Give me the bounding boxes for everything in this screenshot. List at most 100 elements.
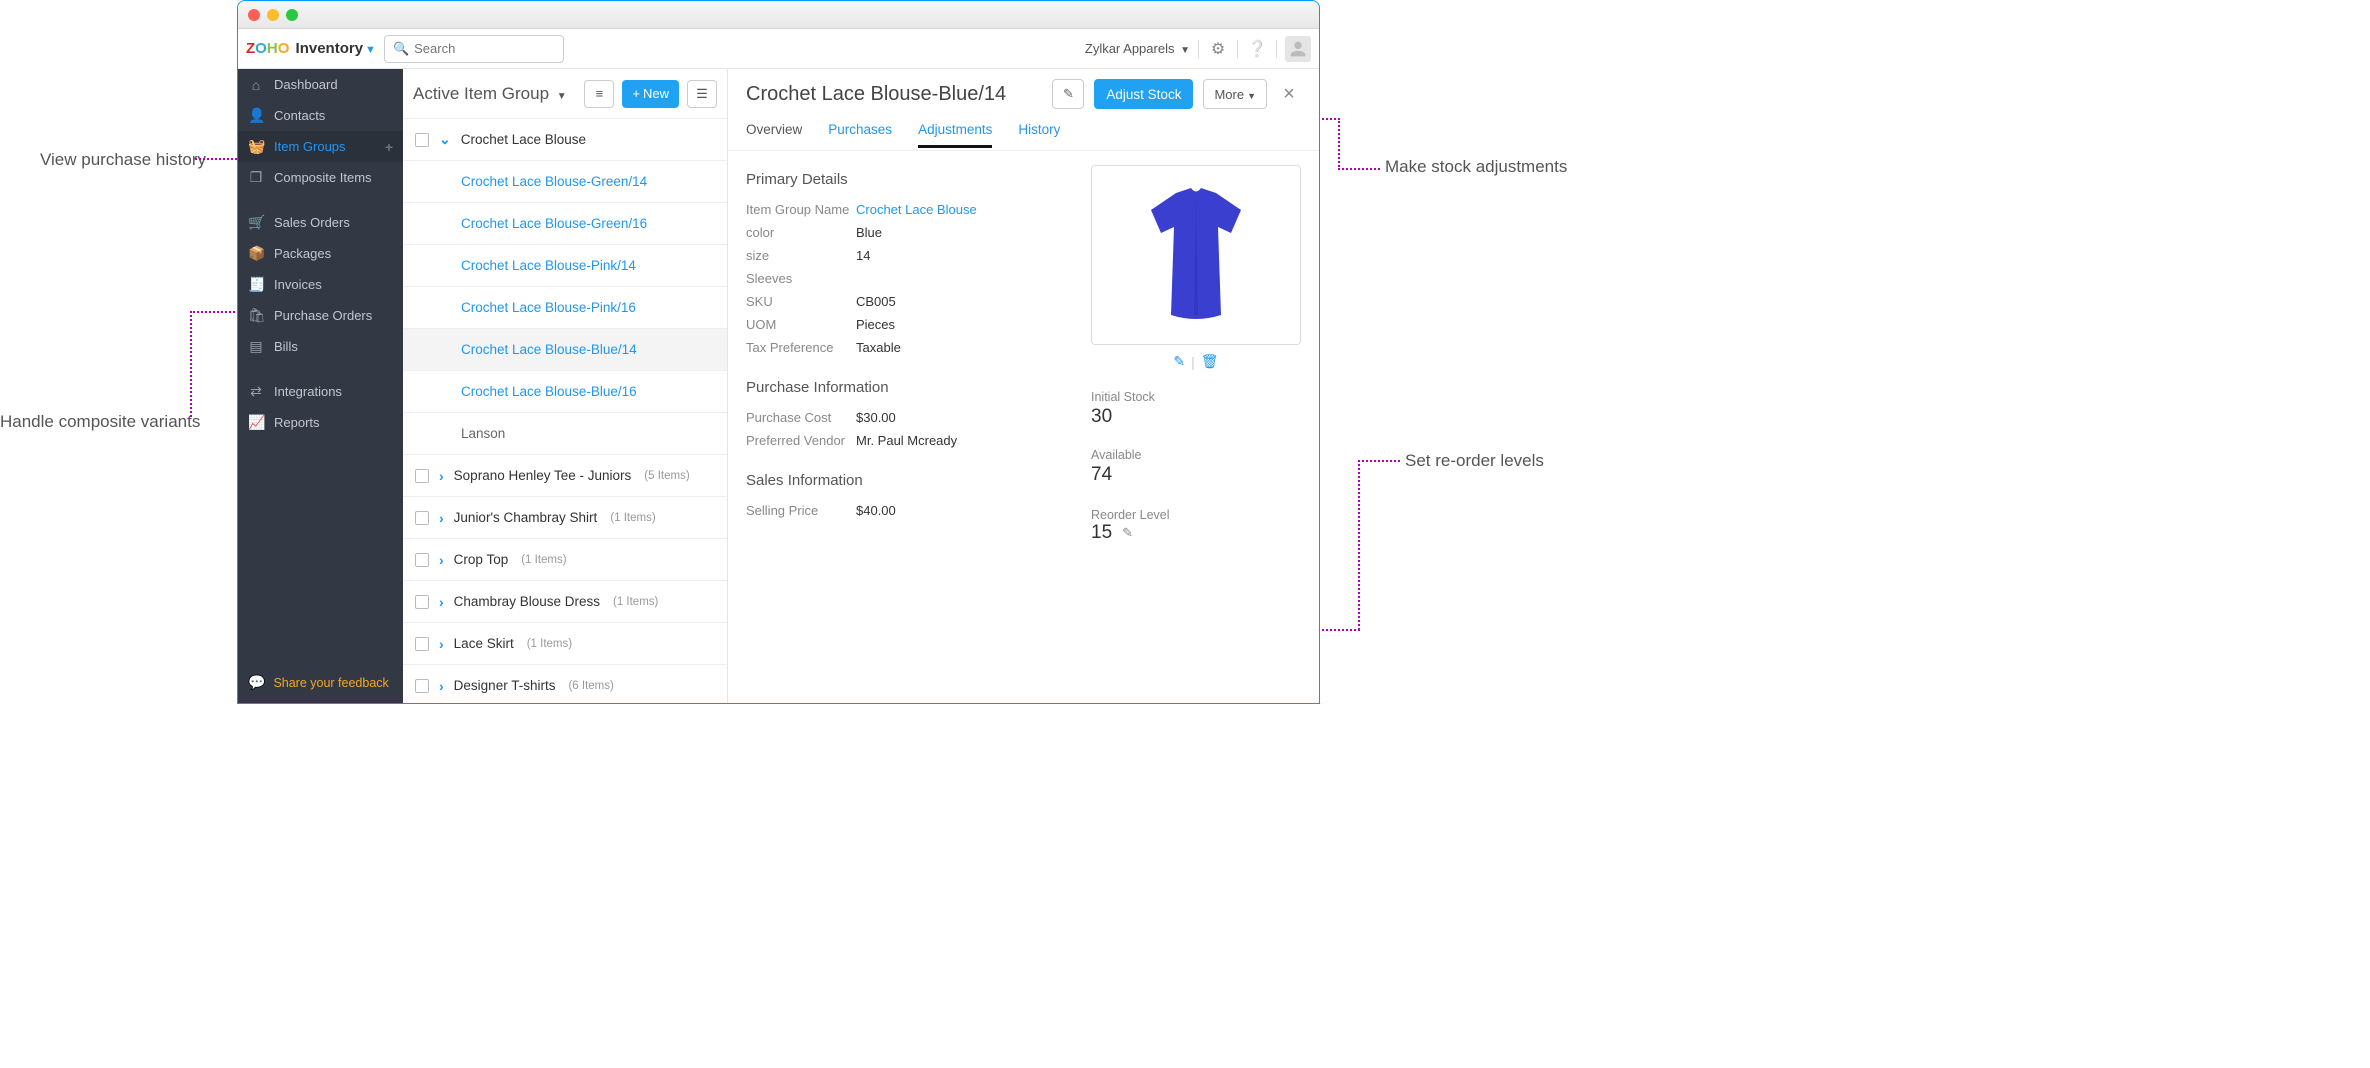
chevron-down-icon[interactable]: ⌄: [439, 131, 451, 148]
sidebar-item-dashboard[interactable]: ⌂ Dashboard: [238, 69, 403, 100]
tab-overview[interactable]: Overview: [746, 119, 802, 145]
item-group-row[interactable]: › Soprano Henley Tee - Juniors(5 Items): [403, 455, 727, 497]
section-sales: Sales Information: [746, 472, 1071, 489]
chevron-right-icon[interactable]: ›: [439, 468, 444, 484]
item-group-row[interactable]: ⌄ Crochet Lace Blouse: [403, 119, 727, 161]
sidebar-item-packages[interactable]: 📦 Packages: [238, 238, 403, 269]
annotation-purchase-history: View purchase history: [40, 149, 206, 171]
window-maximize-icon[interactable]: [286, 9, 298, 21]
close-icon[interactable]: ×: [1277, 83, 1301, 106]
item-detail-panel: Crochet Lace Blouse-Blue/14 ✎ Adjust Sto…: [728, 69, 1319, 703]
basket-icon: 🧺: [248, 138, 264, 155]
image-delete-icon[interactable]: 🗑: [1201, 353, 1219, 370]
app-window: ZOHO Inventory▼ 🔍 Zylkar Apparels ▼ ⚙ ❔ …: [237, 0, 1320, 704]
avatar[interactable]: [1285, 36, 1311, 62]
checkbox[interactable]: [415, 469, 429, 483]
gear-icon[interactable]: ⚙: [1207, 38, 1229, 60]
annotation-stock-adj: Make stock adjustments: [1385, 156, 1567, 178]
chevron-right-icon[interactable]: ›: [439, 678, 444, 694]
window-close-icon[interactable]: [248, 9, 260, 21]
chevron-right-icon[interactable]: ›: [439, 594, 444, 610]
box-icon: 📦: [248, 245, 264, 262]
add-icon[interactable]: +: [385, 139, 393, 155]
tab-purchases[interactable]: Purchases: [828, 119, 892, 145]
variant-row[interactable]: Crochet Lace Blouse-Green/14: [403, 161, 727, 203]
sidebar-item-label: Purchase Orders: [274, 308, 393, 323]
adjust-stock-button[interactable]: Adjust Stock: [1094, 79, 1193, 109]
pencil-icon: ✎: [1063, 86, 1074, 102]
item-group-row[interactable]: › Lace Skirt(1 Items): [403, 623, 727, 665]
view-toggle-icon[interactable]: ☰: [687, 80, 717, 108]
sidebar-item-item groups[interactable]: 🧺 Item Groups +: [238, 131, 403, 162]
item-group-row[interactable]: › Crop Top(1 Items): [403, 539, 727, 581]
sidebar-item-sales orders[interactable]: 🛒 Sales Orders: [238, 207, 403, 238]
variant-row[interactable]: Crochet Lace Blouse-Green/16: [403, 203, 727, 245]
item-group-row[interactable]: › Chambray Blouse Dress(1 Items): [403, 581, 727, 623]
org-switcher[interactable]: Zylkar Apparels ▼: [1085, 41, 1190, 56]
sidebar-item-integrations[interactable]: ⇄ Integrations: [238, 376, 403, 407]
field-row: Tax PreferenceTaxable: [746, 336, 1071, 359]
chevron-right-icon[interactable]: ›: [439, 510, 444, 526]
page-title: Crochet Lace Blouse-Blue/14: [746, 83, 1042, 106]
checkbox[interactable]: [415, 679, 429, 693]
list-filter-dropdown[interactable]: Active Item Group ▼: [413, 84, 567, 104]
sidebar-item-reports[interactable]: 📈 Reports: [238, 407, 403, 438]
variant-row[interactable]: Lanson: [403, 413, 727, 455]
sidebar-item-label: Composite Items: [274, 170, 393, 185]
search-icon: 🔍: [393, 41, 409, 57]
variant-row[interactable]: Crochet Lace Blouse-Blue/14: [403, 329, 727, 371]
cart-icon: 🛒: [248, 214, 264, 231]
annotation-composite: Handle composite variants: [0, 411, 200, 433]
reorder-edit-icon[interactable]: ✎: [1122, 525, 1133, 541]
edit-button[interactable]: ✎: [1052, 79, 1084, 109]
checkbox[interactable]: [415, 511, 429, 525]
plug-icon: ⇄: [248, 383, 264, 400]
sidebar-item-bills[interactable]: ▤ Bills: [238, 331, 403, 362]
sidebar-item-composite items[interactable]: ❒ Composite Items: [238, 162, 403, 193]
brand-logo[interactable]: ZOHO Inventory▼: [246, 40, 376, 57]
variant-row[interactable]: Crochet Lace Blouse-Pink/16: [403, 287, 727, 329]
bag-icon: 🛍: [248, 307, 264, 324]
sidebar-item-label: Dashboard: [274, 77, 393, 92]
window-titlebar: [238, 1, 1319, 29]
new-button[interactable]: + New: [622, 80, 679, 108]
checkbox[interactable]: [415, 133, 429, 147]
item-group-list-panel: Active Item Group ▼ ≡ + New ☰ ⌄ Crochet …: [403, 69, 728, 703]
chart-icon: 📈: [248, 414, 264, 431]
item-group-row[interactable]: › Designer T-shirts(6 Items): [403, 665, 727, 703]
image-edit-icon[interactable]: ✎: [1173, 353, 1185, 370]
available-label: Available: [1091, 448, 1301, 462]
sidebar-item-label: Contacts: [274, 108, 393, 123]
search-input[interactable]: 🔍: [384, 35, 564, 63]
sidebar-item-contacts[interactable]: 👤 Contacts: [238, 100, 403, 131]
doc-icon: 🧾: [248, 276, 264, 293]
item-group-row[interactable]: › Junior's Chambray Shirt(1 Items): [403, 497, 727, 539]
variant-row[interactable]: Crochet Lace Blouse-Pink/14: [403, 245, 727, 287]
checkbox[interactable]: [415, 595, 429, 609]
sidebar-item-purchase orders[interactable]: 🛍 Purchase Orders: [238, 300, 403, 331]
field-row: Sleeves: [746, 267, 1071, 290]
more-menu[interactable]: More▼: [1203, 79, 1267, 109]
variant-row[interactable]: Crochet Lace Blouse-Blue/16: [403, 371, 727, 413]
checkbox[interactable]: [415, 553, 429, 567]
sidebar-item-label: Integrations: [274, 384, 393, 399]
section-primary: Primary Details: [746, 171, 1071, 188]
field-row: UOMPieces: [746, 313, 1071, 336]
field-row: size14: [746, 244, 1071, 267]
chevron-right-icon[interactable]: ›: [439, 552, 444, 568]
chevron-right-icon[interactable]: ›: [439, 636, 444, 652]
sidebar-item-label: Reports: [274, 415, 393, 430]
feedback-link[interactable]: 💬 Share your feedback: [238, 662, 403, 703]
tab-adjustments[interactable]: Adjustments: [918, 119, 992, 148]
tab-history[interactable]: History: [1018, 119, 1060, 145]
window-minimize-icon[interactable]: [267, 9, 279, 21]
product-image: [1091, 165, 1301, 345]
field-row: Purchase Cost$30.00: [746, 406, 1071, 429]
cube-icon: ❒: [248, 169, 264, 186]
sidebar-item-invoices[interactable]: 🧾 Invoices: [238, 269, 403, 300]
field-row: colorBlue: [746, 221, 1071, 244]
sort-icon[interactable]: ≡: [584, 80, 614, 108]
annotation-reorder: Set re-order levels: [1405, 450, 1544, 472]
checkbox[interactable]: [415, 637, 429, 651]
help-icon[interactable]: ❔: [1246, 38, 1268, 60]
